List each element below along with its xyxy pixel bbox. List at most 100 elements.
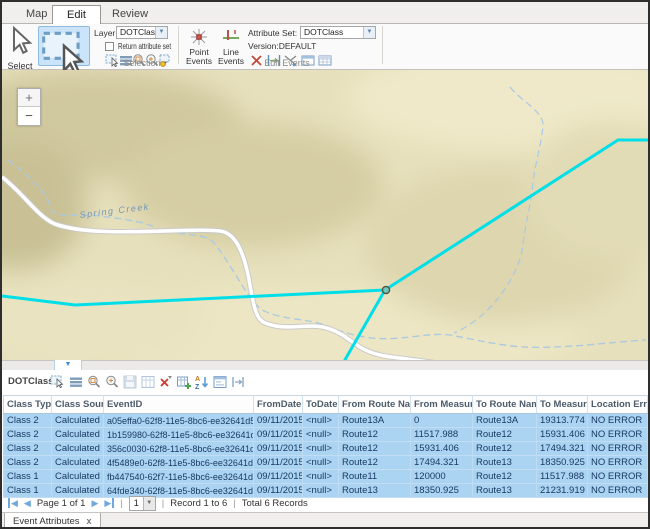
table-cell: Calculated	[52, 428, 104, 442]
ribbon-tab-edit[interactable]: Edit	[52, 5, 101, 25]
table-row[interactable]: Class 2Calculated1b159980-62f8-11e5-8bc6…	[4, 428, 648, 442]
rectangle-tool-button[interactable]: Rectangle ▾	[38, 26, 90, 66]
map-viewport[interactable]: Spring Creek + −	[2, 70, 648, 360]
column-header[interactable]: From Measure	[411, 396, 473, 414]
table-cell: Route12	[339, 442, 411, 456]
version-label: Version:DEFAULT	[248, 41, 316, 51]
select-features-icon[interactable]	[50, 374, 66, 390]
table-cell: 11517.988	[537, 470, 588, 484]
table-cell: Route12	[473, 428, 537, 442]
selection-list-icon[interactable]	[68, 374, 84, 390]
zoom-out-button[interactable]: −	[18, 107, 40, 125]
table-cell: Class 2	[4, 442, 52, 456]
table-cell: 09/11/2015	[254, 456, 303, 470]
table-cell: 11517.988	[411, 428, 473, 442]
table-cell: <null>	[303, 470, 339, 484]
page-label: Page 1 of 1	[37, 498, 86, 509]
table-row[interactable]: Class 2Calculateda05effa0-62f8-11e5-8bc6…	[4, 414, 648, 428]
column-header[interactable]: EventID	[104, 396, 254, 414]
table-cell: 09/11/2015	[254, 428, 303, 442]
ribbon: Select ▾ Rectangle ▾ Layer: DOTClass ▼ R…	[2, 24, 648, 70]
table-cell: Calculated	[52, 470, 104, 484]
table-cell: Route13	[473, 456, 537, 470]
grid-window-icon[interactable]	[140, 374, 156, 390]
attribute-set-label: Attribute Set:	[248, 28, 297, 38]
table-cell: 356c0030-62f8-11e5-8bc6-ee32641d5ec9	[104, 442, 254, 456]
attribute-form-icon[interactable]	[212, 374, 228, 390]
table-cell: Class 2	[4, 428, 52, 442]
delete-selected-icon[interactable]	[158, 374, 174, 390]
table-cell: <null>	[303, 414, 339, 428]
zoom-in-button[interactable]: +	[18, 89, 40, 107]
table-cell: NO ERROR	[588, 456, 648, 470]
column-header[interactable]: Class Source	[52, 396, 104, 414]
page-selector-arrow[interactable]: ▼	[143, 497, 155, 510]
table-cell: Calculated	[52, 414, 104, 428]
table-cell: 09/11/2015	[254, 414, 303, 428]
svg-text:A: A	[195, 376, 200, 383]
column-header[interactable]: ToDate	[303, 396, 339, 414]
column-header[interactable]: To Route Name	[473, 396, 537, 414]
table-cell: 120000	[411, 470, 473, 484]
table-row[interactable]: Class 2Calculated356c0030-62f8-11e5-8bc6…	[4, 442, 648, 456]
attribute-set-dropdown[interactable]: DOTClass ▼	[300, 26, 376, 39]
pagination-bar: ◀ ◀ Page 1 of 1 ▶ ▶ | 1 ▼ | Record 1 to …	[2, 494, 648, 512]
last-page-button[interactable]: ▶	[104, 498, 114, 508]
column-header[interactable]: To Measure	[537, 396, 588, 414]
table-cell: Route12	[473, 470, 537, 484]
table-cell: Route12	[473, 442, 537, 456]
first-page-button[interactable]: ◀	[8, 498, 18, 508]
table-cell: Route12	[339, 456, 411, 470]
column-header[interactable]: FromDate	[254, 396, 303, 414]
line-events-button[interactable]: Line Events	[216, 28, 246, 66]
pan-to-selected-icon[interactable]	[104, 374, 120, 390]
zoom-to-selected-icon[interactable]	[86, 374, 102, 390]
table-cell: 0	[411, 414, 473, 428]
table-cell: Calculated	[52, 456, 104, 470]
close-tab-icon[interactable]: x	[87, 516, 92, 526]
map-canvas[interactable]: Spring Creek	[2, 70, 648, 360]
table-cell: NO ERROR	[588, 442, 648, 456]
save-icon[interactable]	[122, 374, 138, 390]
table-cell: 09/11/2015	[254, 442, 303, 456]
panel-splitter[interactable]: ▼	[2, 360, 648, 370]
app-window: Map Edit Review Select ▾ Rectangle ▾ Lay…	[0, 0, 650, 529]
column-header[interactable]: Class Type	[4, 396, 52, 414]
point-events-button[interactable]: Point Events	[184, 28, 214, 66]
layer-dropdown[interactable]: DOTClass ▼	[116, 26, 168, 39]
ribbon-tab-review[interactable]: Review	[98, 5, 162, 24]
select-cursor-icon	[4, 50, 36, 60]
total-records-label: Total 6 Records	[242, 498, 308, 509]
offset-icon[interactable]	[230, 374, 246, 390]
layer-label: Layer:	[94, 28, 118, 38]
table-cell: 09/11/2015	[254, 470, 303, 484]
table-row[interactable]: Class 1Calculatedfb447540-62f7-11e5-8bc6…	[4, 470, 648, 484]
previous-page-button[interactable]: ◀	[24, 498, 31, 508]
page-selector[interactable]: 1 ▼	[129, 496, 156, 511]
add-record-icon[interactable]	[176, 374, 192, 390]
table-cell: <null>	[303, 456, 339, 470]
sort-icon[interactable]: AZ	[194, 374, 210, 390]
column-header[interactable]: Location Error	[588, 396, 648, 414]
table-cell: <null>	[303, 442, 339, 456]
table-cell: 1b159980-62f8-11e5-8bc6-ee32641d5ec9	[104, 428, 254, 442]
table-cell: 18350.925	[537, 456, 588, 470]
event-attributes-table: Class TypeClass SourceEventIDFromDateToD…	[3, 395, 648, 498]
route-junction-marker[interactable]	[382, 286, 389, 293]
return-attribute-set-checkbox[interactable]	[105, 42, 114, 51]
tab-event-attributes[interactable]: Event Attributes x	[4, 513, 101, 529]
svg-text:Z: Z	[195, 384, 200, 390]
next-page-button[interactable]: ▶	[91, 498, 98, 508]
layer-dropdown-arrow[interactable]: ▼	[155, 27, 167, 38]
select-tool-button[interactable]: Select ▾	[4, 26, 36, 66]
table-row[interactable]: Class 2Calculated4f5489e0-62f8-11e5-8bc6…	[4, 456, 648, 470]
table-cell: NO ERROR	[588, 470, 648, 484]
attribute-set-dropdown-arrow[interactable]: ▼	[363, 27, 375, 38]
panel-title: DOTClass	[8, 376, 53, 387]
table-cell: Route13A	[473, 414, 537, 428]
table-cell: 17494.321	[537, 442, 588, 456]
bottom-tab-bar: Event Attributes x	[2, 512, 648, 529]
edit-events-group-label: Edit Events	[252, 58, 322, 68]
column-header[interactable]: From Route Name	[339, 396, 411, 414]
selection-group-label: Selection	[107, 58, 177, 68]
